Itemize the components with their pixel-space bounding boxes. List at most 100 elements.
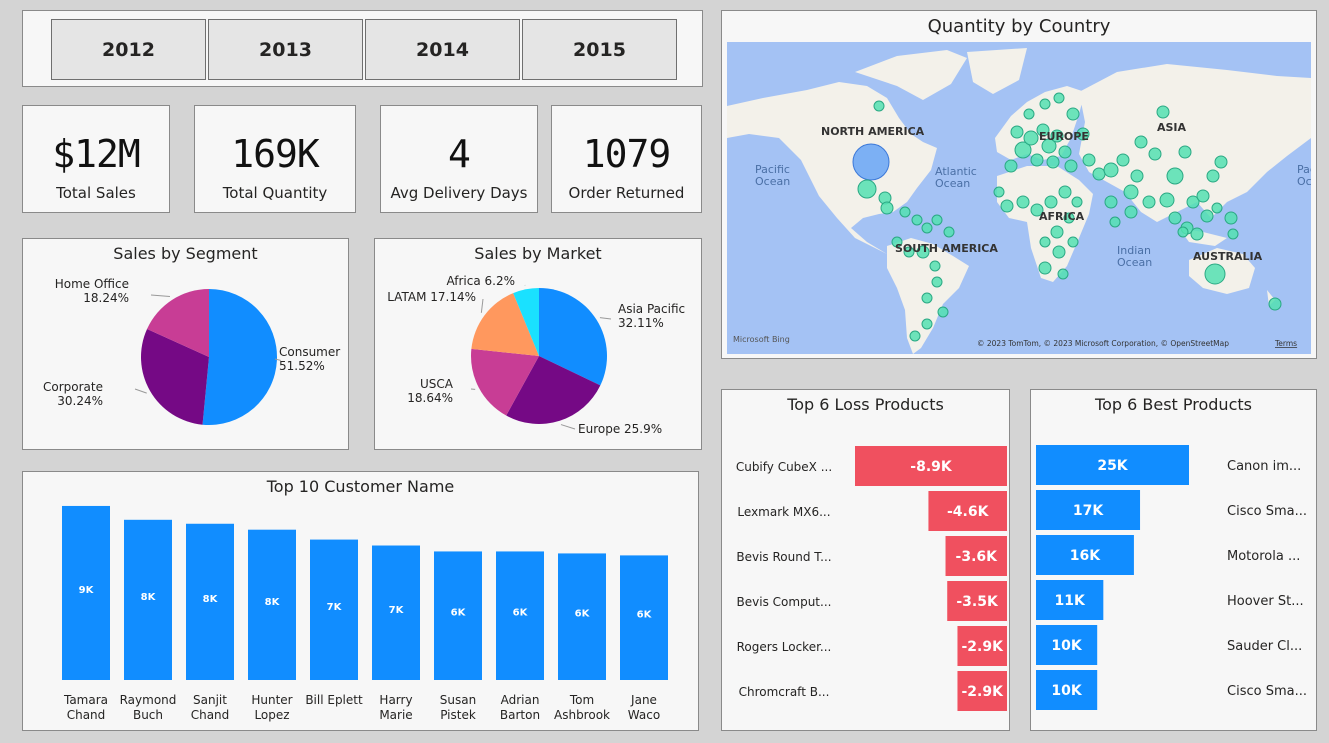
country-bubble[interactable] <box>1046 155 1060 169</box>
country-bubble[interactable] <box>873 100 885 112</box>
country-bubble[interactable] <box>909 330 921 342</box>
country-bubble[interactable] <box>931 214 943 226</box>
year-button-2014[interactable]: 2014 <box>365 19 520 80</box>
country-bubble[interactable] <box>1206 169 1220 183</box>
country-bubble[interactable] <box>1064 159 1078 173</box>
country-bubble[interactable] <box>1016 195 1030 209</box>
country-bubble[interactable] <box>1058 145 1072 159</box>
country-bubble[interactable] <box>1124 205 1138 219</box>
country-bubble[interactable] <box>1109 216 1121 228</box>
country-bubble[interactable] <box>1066 107 1080 121</box>
category-label: Chromcraft B... <box>739 685 830 699</box>
country-bubble[interactable] <box>1123 184 1139 200</box>
bar-data-label: 10K <box>1051 683 1082 699</box>
country-bubble[interactable] <box>1023 130 1039 146</box>
bar-data-label: 6K <box>451 608 467 619</box>
country-bubble[interactable] <box>1038 261 1052 275</box>
category-label: Canon im... <box>1227 459 1301 474</box>
category-label: Cisco Sma... <box>1227 684 1307 699</box>
country-bubble[interactable] <box>1166 167 1184 185</box>
country-bubble[interactable] <box>1200 209 1214 223</box>
country-bubble[interactable] <box>1052 245 1066 259</box>
country-bubble[interactable] <box>1130 169 1144 183</box>
country-bubble[interactable] <box>880 201 894 215</box>
country-bubble[interactable] <box>857 179 877 199</box>
customer-bars[interactable]: 9K Tamara Chand 8K Raymond Buch 8K Sanjit Chand 8… <box>23 472 698 730</box>
kpi-value: 4 <box>448 132 471 176</box>
country-bubble[interactable] <box>1067 236 1079 248</box>
country-bubble[interactable] <box>1039 98 1051 110</box>
country-bubble[interactable] <box>1050 225 1064 239</box>
country-bubble[interactable] <box>1104 195 1118 209</box>
country-bubble[interactable] <box>1058 185 1072 199</box>
country-bubble[interactable] <box>1156 105 1170 119</box>
country-bubble[interactable] <box>1010 125 1024 139</box>
country-bubble[interactable] <box>1053 92 1065 104</box>
world-map[interactable]: NORTH AMERICA SOUTH AMERICA EUROPE AFRIC… <box>727 42 1311 354</box>
country-bubble[interactable] <box>1196 189 1210 203</box>
kpi-label: Total Sales <box>56 184 136 202</box>
best-bars[interactable]: 25K Canon im... 17K Cisco Sma... 16K Motorola… <box>1031 390 1316 730</box>
pie-slice[interactable] <box>202 289 277 425</box>
country-bubble[interactable] <box>1023 108 1035 120</box>
kpi-label: Order Returned <box>568 184 685 202</box>
country-bubble[interactable] <box>1116 153 1130 167</box>
country-bubble[interactable] <box>1057 268 1069 280</box>
country-bubble[interactable] <box>943 226 955 238</box>
year-button-2013[interactable]: 2013 <box>208 19 363 80</box>
country-bubble[interactable] <box>1092 167 1106 181</box>
country-bubble[interactable] <box>1103 162 1119 178</box>
country-bubble[interactable] <box>1142 195 1156 209</box>
year-slicer: 2012 2013 2014 2015 <box>22 10 703 87</box>
country-bubble[interactable] <box>1227 228 1239 240</box>
country-bubble[interactable] <box>1044 195 1058 209</box>
map-terms-link[interactable]: Terms <box>1274 339 1297 348</box>
pie-data-label: Home Office 18.24% <box>55 277 129 305</box>
country-bubble[interactable] <box>1268 297 1282 311</box>
country-bubble[interactable] <box>911 214 923 226</box>
country-bubble[interactable] <box>1134 135 1148 149</box>
country-bubble[interactable] <box>1211 202 1223 214</box>
country-bubble[interactable] <box>1071 196 1083 208</box>
country-bubble[interactable] <box>1224 211 1238 225</box>
bar-data-label: 8K <box>265 597 281 608</box>
country-bubble[interactable] <box>1177 226 1189 238</box>
country-bubble[interactable] <box>1204 263 1226 285</box>
country-bubble[interactable] <box>937 306 949 318</box>
label-pacific-ocean-right: PaciOce <box>1297 163 1311 188</box>
year-button-2015[interactable]: 2015 <box>522 19 677 80</box>
country-bubble[interactable] <box>921 292 933 304</box>
loss-bars[interactable]: -8.9K Cubify CubeX ... -4.6K Lexmark MX6...… <box>722 390 1009 730</box>
country-bubble[interactable] <box>852 143 890 181</box>
country-bubble[interactable] <box>1004 159 1018 173</box>
country-bubble[interactable] <box>1082 153 1096 167</box>
country-bubble[interactable] <box>1148 147 1162 161</box>
pie-data-label: USCA 18.64% <box>407 377 454 405</box>
country-bubble[interactable] <box>1000 199 1014 213</box>
country-bubble[interactable] <box>1039 236 1051 248</box>
country-bubble[interactable] <box>921 222 933 234</box>
country-bubble[interactable] <box>1030 153 1044 167</box>
category-label: Cisco Sma... <box>1227 504 1307 519</box>
bar-data-label: 7K <box>327 602 343 613</box>
bar-data-label: 8K <box>141 592 157 603</box>
bar-data-label: 25K <box>1097 458 1128 474</box>
year-button-2012[interactable]: 2012 <box>51 19 206 80</box>
bar-data-label: -3.5K <box>956 594 999 610</box>
category-label: Hunter Lopez <box>251 693 292 722</box>
segment-pie[interactable]: Consumer 51.52% Corporate 30.24% Home Office… <box>23 239 348 449</box>
country-bubble[interactable] <box>899 206 911 218</box>
country-bubble[interactable] <box>1168 211 1182 225</box>
country-bubble[interactable] <box>929 260 941 272</box>
country-bubble[interactable] <box>931 276 943 288</box>
kpi-order-returned: 1079 Order Returned <box>551 105 702 213</box>
market-pie[interactable]: Asia Pacific 32.11% Europe 25.9% USCA 18.64%… <box>375 239 701 449</box>
country-bubble[interactable] <box>1190 227 1204 241</box>
country-bubble[interactable] <box>993 186 1005 198</box>
country-bubble[interactable] <box>1214 155 1228 169</box>
country-bubble[interactable] <box>921 318 933 330</box>
country-bubble[interactable] <box>1159 192 1175 208</box>
label-indian-ocean: Indian Ocean <box>1117 244 1152 269</box>
country-bubble[interactable] <box>1178 145 1192 159</box>
label-australia: AUSTRALIA <box>1193 250 1263 263</box>
